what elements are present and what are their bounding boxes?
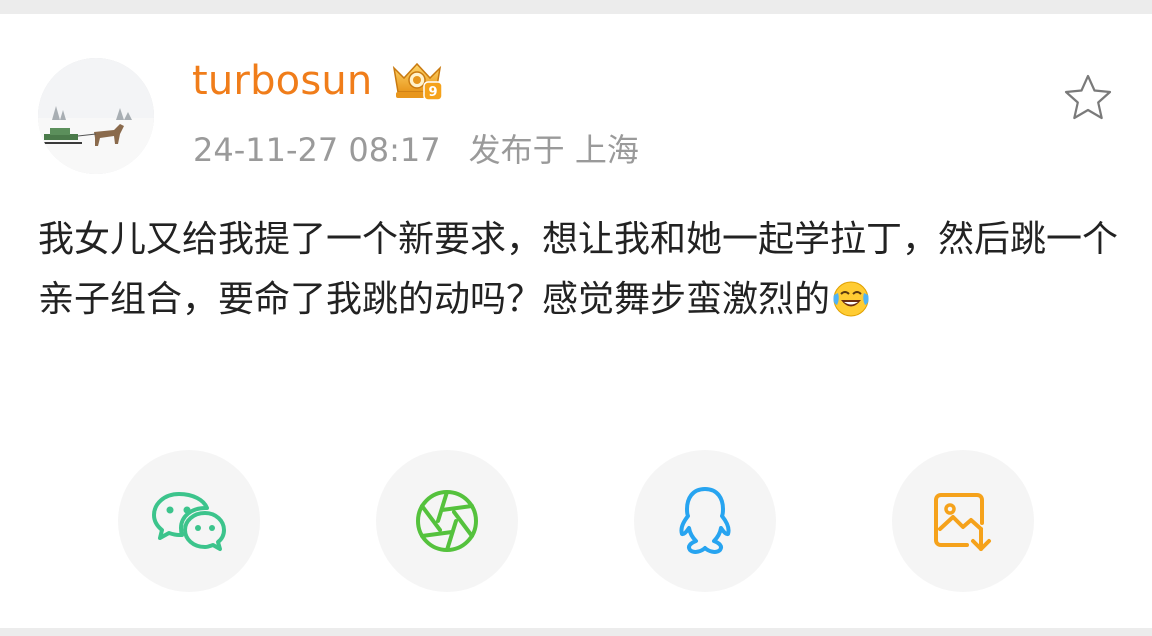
badge-level-text: 9 bbox=[428, 85, 437, 100]
share-save-image-button[interactable] bbox=[892, 450, 1034, 592]
share-wechat-button[interactable] bbox=[118, 450, 260, 592]
post-location: 发布于 上海 bbox=[468, 131, 639, 169]
post-card: turbosun 9 24-11-27 08:17 发布于 上海 我女儿又给我提了… bbox=[0, 14, 1152, 628]
star-outline-icon[interactable] bbox=[1062, 72, 1114, 124]
avatar[interactable] bbox=[38, 58, 154, 174]
vip-crown-badge-icon[interactable]: 9 bbox=[388, 60, 446, 104]
post-text: 我女儿又给我提了一个新要求，想让我和她一起学拉丁，然后跳一个亲子组合，要命了我跳… bbox=[38, 219, 1119, 320]
laughing-crying-emoji-icon bbox=[833, 281, 869, 317]
moments-icon bbox=[416, 490, 478, 552]
qq-icon bbox=[679, 487, 731, 554]
share-qq-button[interactable] bbox=[634, 450, 776, 592]
username[interactable]: turbosun bbox=[192, 58, 373, 104]
post-meta: 24-11-27 08:17 发布于 上海 bbox=[193, 125, 639, 171]
save-image-icon bbox=[934, 493, 991, 551]
post-timestamp: 24-11-27 08:17 bbox=[193, 131, 441, 169]
share-moments-button[interactable] bbox=[376, 450, 518, 592]
wechat-icon bbox=[152, 492, 226, 551]
post-content: 我女儿又给我提了一个新要求，想让我和她一起学拉丁，然后跳一个亲子组合，要命了我跳… bbox=[38, 210, 1118, 330]
avatar-image bbox=[38, 58, 154, 174]
